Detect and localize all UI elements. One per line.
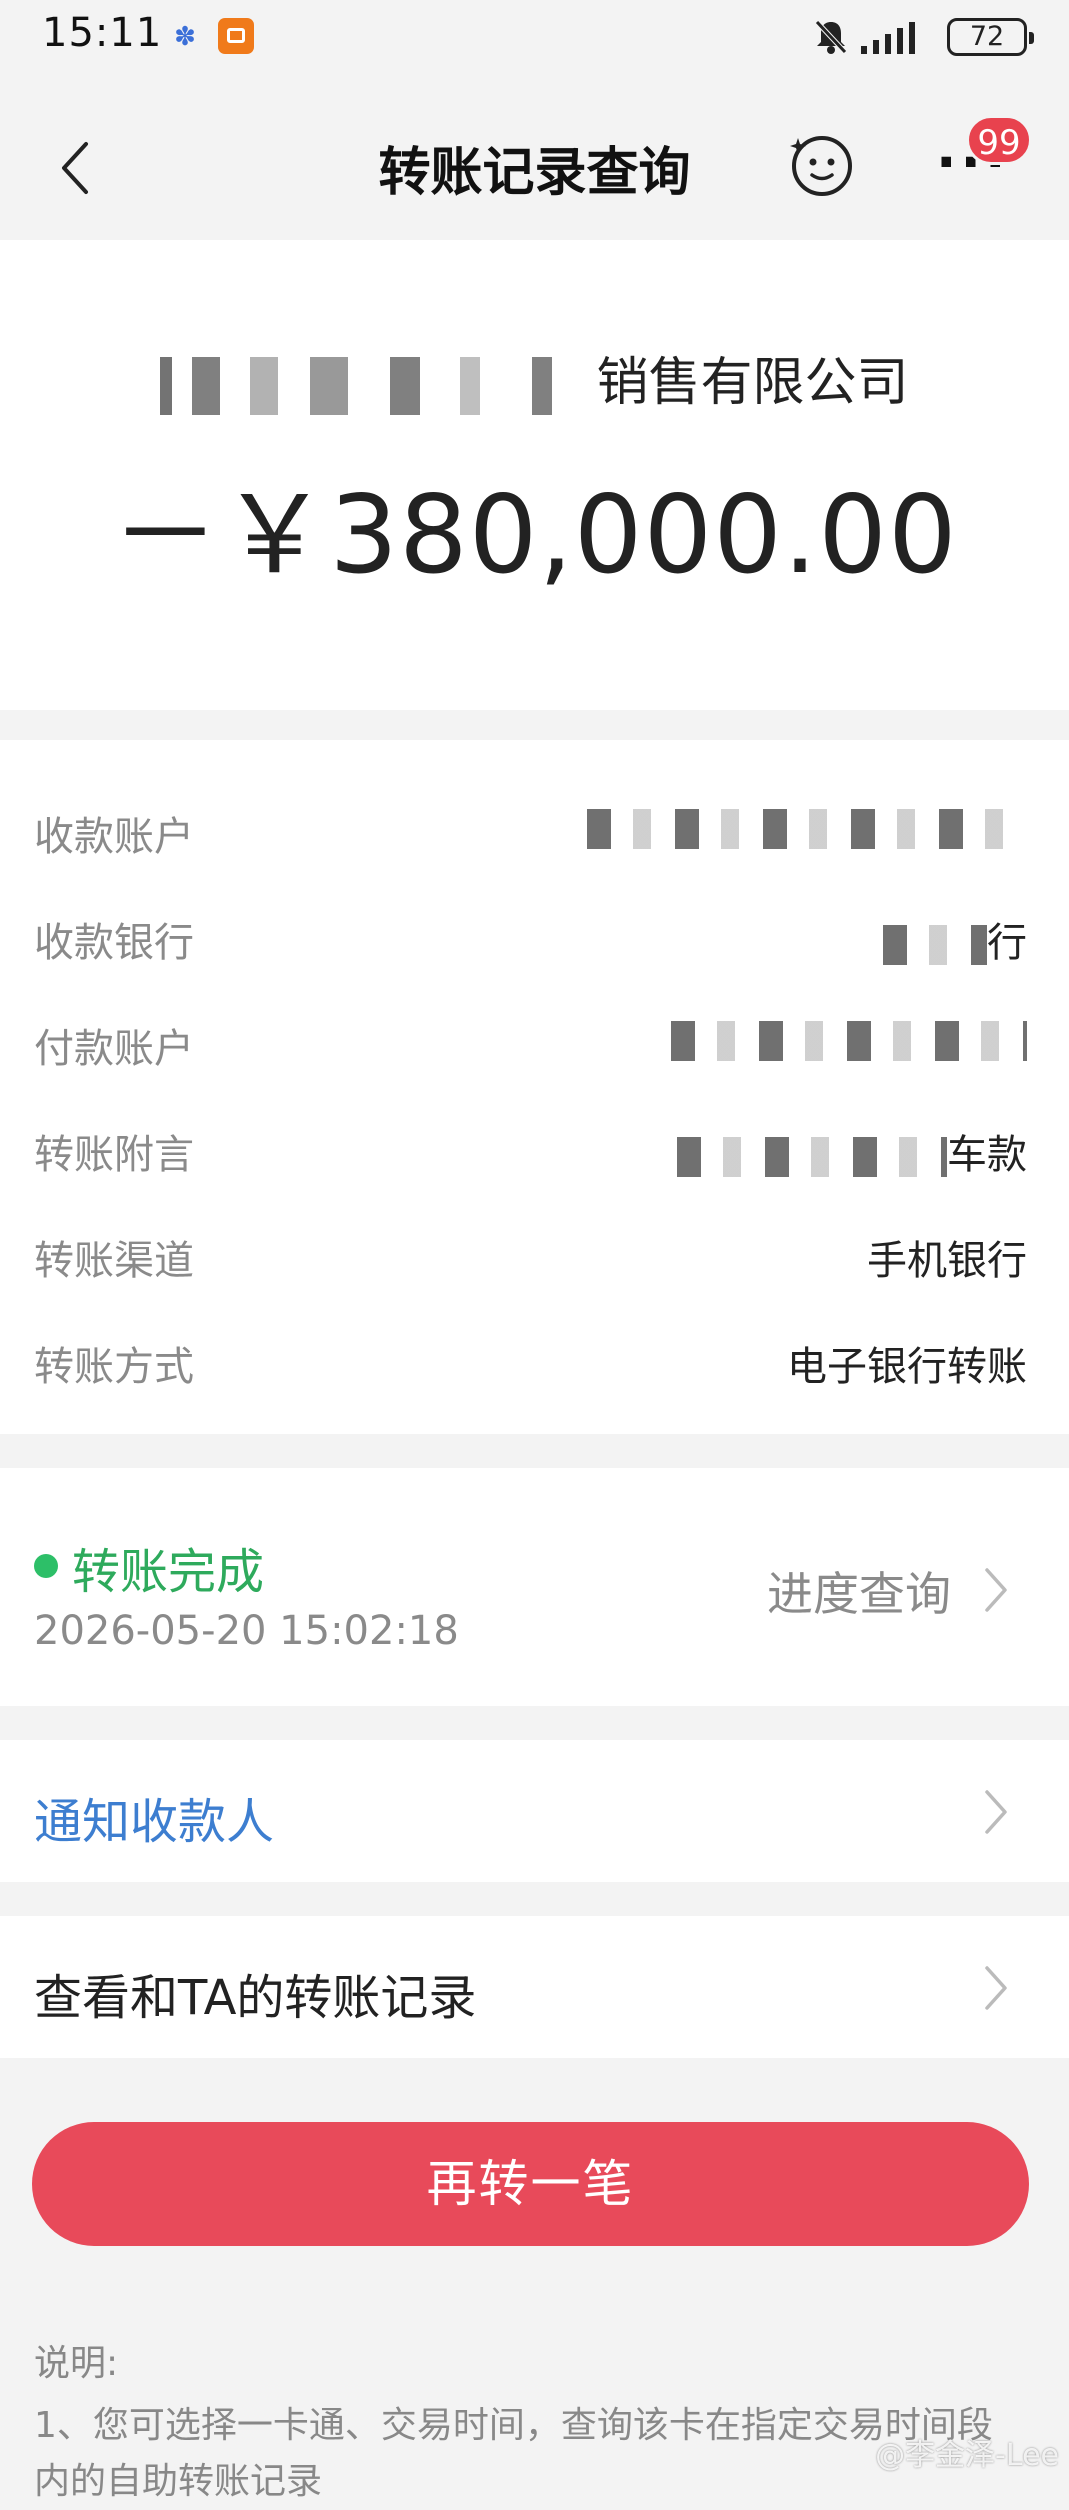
battery-icon: 72 (947, 18, 1034, 56)
detail-row-payee-bank: 收款银行 行 (0, 902, 1069, 972)
status-dot-icon (34, 1554, 58, 1578)
transfer-again-button[interactable]: 再转一笔 (32, 2122, 1029, 2246)
page-title: 转账记录查询 (378, 143, 691, 203)
watermark: @李金泽-Lee (875, 2438, 1059, 2473)
signal-icon (861, 22, 915, 54)
status-text: 转账完成 (72, 1544, 265, 1600)
status-datetime: 2026-05-20 15:02:18 (34, 1608, 459, 1654)
transfer-summary-card: 销售有限公司 －￥380,000.00 (0, 240, 1069, 710)
view-history-label: 查看和TA的转账记录 (34, 1970, 477, 2026)
chevron-right-icon (985, 1790, 1007, 1834)
payee-company: 销售有限公司 (0, 340, 1069, 415)
transfer-status-card: 转账完成 2026-05-20 15:02:18 进度查询 (0, 1468, 1069, 1706)
status-time: 15:11 (42, 10, 163, 56)
notify-payee-row[interactable]: 通知收款人 (0, 1740, 1069, 1882)
chevron-right-icon (985, 1568, 1007, 1612)
progress-query-link[interactable]: 进度查询 (767, 1558, 1011, 1624)
transfer-details-card: 收款账户 收款银行 行 付款账户 转账附言 车款 转账渠道 手机银行 转账方式 … (0, 740, 1069, 1434)
view-history-row[interactable]: 查看和TA的转账记录 (0, 1916, 1069, 2058)
detail-value (671, 1016, 1027, 1062)
more-icon[interactable]: ··· 99 (928, 115, 1032, 195)
chevron-right-icon (985, 1966, 1007, 2010)
nav-bar: 转账记录查询 ··· 99 (0, 80, 1069, 240)
detail-value: 电子银行转账 (787, 1344, 1027, 1390)
status-bar: 15:11 ✽ 72 (0, 0, 1069, 80)
detail-label: 转账方式 (34, 1344, 194, 1390)
masked-value (671, 1021, 1027, 1061)
detail-row-payee-account: 收款账户 (0, 796, 1069, 866)
detail-row-method: 转账方式 电子银行转账 (0, 1326, 1069, 1396)
app-icon (218, 18, 254, 54)
detail-value: 行 (883, 910, 1027, 968)
detail-label: 付款账户 (34, 1026, 194, 1072)
notify-payee-label: 通知收款人 (34, 1794, 275, 1850)
masked-value (883, 925, 987, 965)
company-suffix: 销售有限公司 (596, 353, 909, 413)
detail-label: 转账附言 (34, 1132, 194, 1178)
baidu-icon: ✽ (174, 22, 196, 52)
detail-label: 收款银行 (34, 920, 194, 966)
detail-value: 车款 (677, 1122, 1027, 1180)
service-icon[interactable] (788, 130, 856, 198)
notification-badge: 99 (966, 115, 1032, 165)
progress-query-label: 进度查询 (767, 1567, 951, 1621)
detail-row-payer-account: 付款账户 (0, 1008, 1069, 1078)
detail-label: 转账渠道 (34, 1238, 194, 1284)
masked-value (587, 809, 1027, 849)
transfer-amount: －￥380,000.00 (111, 473, 958, 598)
bell-off-icon (815, 20, 847, 54)
detail-row-remark: 转账附言 车款 (0, 1114, 1069, 1184)
detail-value: 手机银行 (867, 1238, 1027, 1284)
detail-row-channel: 转账渠道 手机银行 (0, 1220, 1069, 1290)
note-title: 说明: (34, 2343, 119, 2384)
detail-value (587, 804, 1027, 850)
masked-value (677, 1137, 947, 1177)
masked-company-name (160, 357, 591, 415)
detail-label: 收款账户 (34, 814, 194, 860)
